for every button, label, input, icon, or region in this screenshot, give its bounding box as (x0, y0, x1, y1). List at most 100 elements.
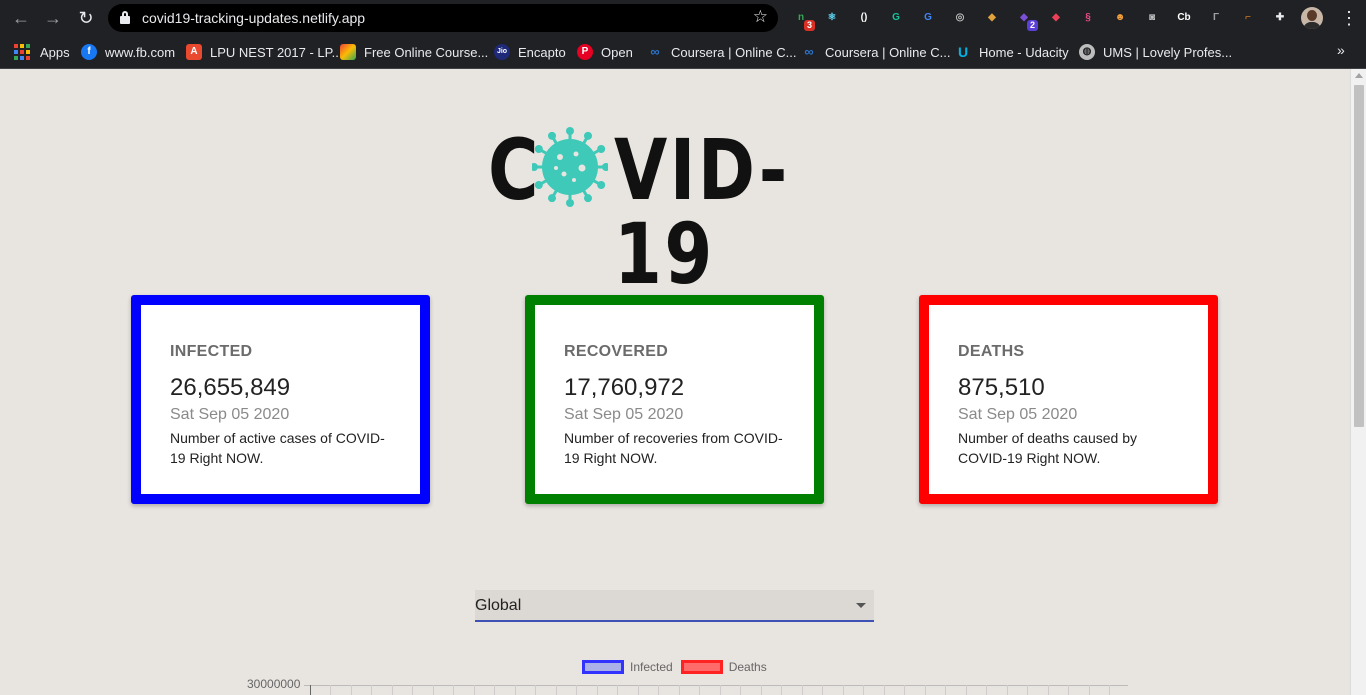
chart-vertical-gridline (494, 685, 495, 695)
legend-item-deaths[interactable]: Deaths (680, 660, 767, 674)
y-axis-tick-label: 30000000 (247, 677, 301, 691)
target-extension-icon[interactable]: ◎ (951, 9, 969, 27)
cb-extension-icon[interactable]: Cb (1175, 9, 1193, 27)
url-text[interactable]: covid19-tracking-updates.netlify.app (142, 10, 365, 26)
legend-swatch-infected (582, 660, 624, 674)
deaths-card: DEATHS 875,510 Sat Sep 05 2020 Number of… (919, 295, 1218, 504)
legend-item-infected[interactable]: Infected (582, 660, 673, 674)
purple-extension-icon[interactable]: ◆ 2 (1015, 9, 1038, 31)
bookmark-lpu-nest[interactable]: A LPU NEST 2017 - LP... (186, 43, 342, 61)
bookmark-udacity[interactable]: U Home - Udacity (955, 43, 1069, 61)
back-arrow-icon[interactable]: ← (11, 8, 31, 28)
chart-vertical-gridline (330, 685, 331, 695)
chart-vertical-gridline (699, 685, 700, 695)
reload-icon[interactable]: ↻ (76, 8, 96, 28)
chart-gridline (304, 685, 1128, 686)
covid-19-logo: C VID-19 (488, 124, 862, 296)
coursera-icon: ∞ (804, 44, 814, 59)
legend-swatch-deaths (680, 660, 723, 674)
extension-badge: 3 (804, 20, 815, 31)
orange-extension-icon[interactable]: ⌐ (1239, 9, 1257, 27)
chart-vertical-gridline (371, 685, 372, 695)
browser-menu-icon[interactable]: ⋮ (1340, 7, 1358, 29)
chart-vertical-gridline (351, 685, 352, 695)
address-bar[interactable]: covid19-tracking-updates.netlify.app ☆ (108, 4, 778, 32)
card-count: 26,655,849 (170, 374, 291, 401)
card-label: DEATHS (958, 343, 1025, 360)
card-label: RECOVERED (564, 343, 669, 360)
card-description: Number of deaths caused by COVID-19 Righ… (958, 430, 1137, 466)
colorful-extension-icon[interactable]: ◆ (983, 9, 1001, 27)
bookmark-label: www.fb.com (105, 44, 176, 60)
bookmark-label: Home - Udacity (979, 44, 1069, 60)
profile-avatar[interactable] (1301, 7, 1323, 29)
chart-vertical-gridline (925, 685, 926, 695)
legend-label: Infected (630, 660, 673, 674)
google-translate-icon[interactable]: G (919, 9, 937, 27)
chart-legend: Infected Deaths (582, 659, 775, 675)
y-axis-line (310, 685, 311, 695)
white-circle-extension-icon[interactable]: () (855, 9, 873, 27)
bookmark-label: Coursera | Online C... (671, 44, 797, 60)
bookmarks-overflow-icon[interactable]: » (1337, 42, 1345, 58)
scroll-up-arrow-icon[interactable] (1355, 73, 1363, 78)
chart-vertical-gridline (802, 685, 803, 695)
apps-grid-icon (14, 44, 30, 60)
lpu-icon: A (186, 44, 202, 60)
udacity-icon: U (957, 44, 969, 60)
chart-vertical-gridline (843, 685, 844, 695)
bookmark-label: UMS | Lovely Profes... (1103, 44, 1233, 60)
chart-vertical-gridline (1068, 685, 1069, 695)
chart-vertical-gridline (822, 685, 823, 695)
virus-icon (532, 127, 608, 207)
chart-vertical-gridline (761, 685, 762, 695)
infected-card: INFECTED 26,655,849 Sat Sep 05 2020 Numb… (131, 295, 430, 504)
card-date: Sat Sep 05 2020 (564, 406, 684, 423)
bookmark-label: Encapto (518, 44, 566, 60)
bookmark-coursera-1[interactable]: ∞ Coursera | Online C... (647, 43, 796, 61)
bookmark-label: LPU NEST 2017 - LP... (210, 44, 343, 60)
grey-f-extension-icon[interactable]: Γ (1207, 9, 1225, 27)
logo-rest-text: VID-19 (614, 121, 790, 303)
forward-arrow-icon[interactable]: → (43, 8, 63, 28)
card-count: 17,760,972 (564, 374, 685, 401)
chart-vertical-gridline (986, 685, 987, 695)
browser-toolbar: ← → ↻ covid19-tracking-updates.netlify.a… (0, 0, 1366, 36)
bookmark-coursera-2[interactable]: ∞ Coursera | Online C... (801, 43, 950, 61)
bookmark-pinterest[interactable]: P Open (577, 43, 633, 61)
bookmark-encapto[interactable]: Jio Encapto (494, 43, 566, 61)
bookmarks-bar: Apps f www.fb.com A LPU NEST 2017 - LP..… (0, 36, 1366, 69)
green-extension-icon[interactable]: n3 (792, 9, 815, 31)
country-select[interactable]: Global (475, 590, 874, 622)
coursera-icon: ∞ (650, 44, 660, 59)
card-description: Number of active cases of COVID-19 Right… (170, 430, 385, 466)
card-date: Sat Sep 05 2020 (958, 406, 1078, 423)
page-content: C VID-19 INFECTED 26,655,849 Sat Sep 05 … (0, 69, 1350, 695)
chart-vertical-gridline (720, 685, 721, 695)
page-scrollbar[interactable] (1350, 69, 1366, 695)
chevron-down-icon[interactable] (856, 603, 866, 608)
globe-icon: ◍ (1079, 44, 1095, 60)
bookmark-free-courses[interactable]: Free Online Course... (340, 43, 488, 61)
bookmark-apps[interactable]: Apps (14, 43, 70, 61)
chart-vertical-gridline (1109, 685, 1110, 695)
bookmark-star-icon[interactable]: ☆ (753, 7, 768, 27)
chart-vertical-gridline (1007, 685, 1008, 695)
chart-vertical-gridline (392, 685, 393, 695)
puzzle-icon[interactable]: ✚ (1271, 9, 1289, 27)
chart-vertical-gridline (576, 685, 577, 695)
chart-vertical-gridline (453, 685, 454, 695)
color-picker-icon[interactable]: ◆ (1047, 9, 1065, 27)
bookmark-label: Apps (40, 44, 70, 60)
bookmark-fb[interactable]: f www.fb.com (81, 43, 175, 61)
react-devtools-icon[interactable]: ⚛ (823, 9, 841, 27)
country-select-value: Global (475, 597, 522, 614)
card-count: 875,510 (958, 374, 1045, 401)
monkey-extension-icon[interactable]: ☻ (1111, 9, 1129, 27)
swirl-extension-icon[interactable]: § (1079, 9, 1097, 27)
bookmark-ums[interactable]: ◍ UMS | Lovely Profes... (1079, 43, 1232, 61)
scrollbar-thumb[interactable] (1354, 85, 1364, 427)
grammarly-icon[interactable]: G (887, 9, 905, 27)
bookmark-label: Free Online Course... (364, 44, 489, 60)
camera-icon[interactable]: ◙ (1143, 9, 1161, 27)
